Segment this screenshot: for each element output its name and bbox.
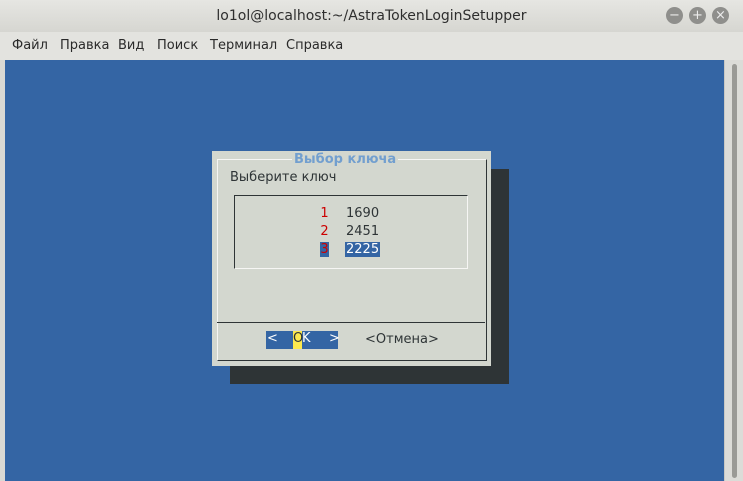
minimize-icon[interactable]: − bbox=[666, 7, 683, 24]
key-select-dialog: Выбор ключа Выберите ключ 1 1690 2 2451 … bbox=[212, 151, 491, 366]
cancel-button[interactable]: <Отмена> bbox=[365, 332, 439, 347]
list-item[interactable]: 1 1690 bbox=[235, 206, 467, 223]
list-item-selected[interactable]: 3 2225 bbox=[235, 242, 467, 259]
window-title: lo1ol@localhost:~/AstraTokenLoginSetuppe… bbox=[216, 8, 527, 24]
menu-edit[interactable]: Правка bbox=[60, 38, 109, 53]
item-number: 1 bbox=[320, 206, 329, 221]
ok-left-bracket: < bbox=[267, 331, 278, 346]
button-separator bbox=[217, 322, 485, 323]
menu-search[interactable]: Поиск bbox=[157, 38, 198, 53]
item-number: 2 bbox=[320, 224, 329, 239]
menu-terminal[interactable]: Терминал bbox=[210, 38, 277, 53]
window-titlebar: lo1ol@localhost:~/AstraTokenLoginSetuppe… bbox=[0, 0, 743, 33]
list-item[interactable]: 2 2451 bbox=[235, 224, 467, 241]
scrollbar-thumb[interactable] bbox=[732, 64, 737, 478]
ok-hotkey: O bbox=[293, 331, 303, 349]
item-value: 2225 bbox=[345, 242, 381, 257]
terminal-scrollbar[interactable] bbox=[724, 60, 743, 481]
close-icon[interactable]: × bbox=[712, 7, 729, 24]
item-number: 3 bbox=[320, 242, 329, 257]
maximize-icon[interactable]: + bbox=[689, 7, 706, 24]
ok-right-bracket: > bbox=[329, 331, 340, 346]
menu-bar: Файл Правка Вид Поиск Терминал Справка bbox=[0, 32, 743, 60]
menu-help[interactable]: Справка bbox=[286, 38, 343, 53]
item-value: 2451 bbox=[346, 224, 380, 239]
key-list: 1 1690 2 2451 3 2225 bbox=[234, 195, 468, 269]
dialog-title: Выбор ключа bbox=[292, 152, 399, 167]
dialog-prompt: Выберите ключ bbox=[230, 170, 337, 185]
menu-file[interactable]: Файл bbox=[12, 38, 48, 53]
ok-label-rest: K bbox=[302, 331, 311, 346]
ok-button[interactable]: < O K > bbox=[266, 331, 340, 349]
item-value: 1690 bbox=[346, 206, 380, 221]
menu-view[interactable]: Вид bbox=[118, 38, 144, 53]
